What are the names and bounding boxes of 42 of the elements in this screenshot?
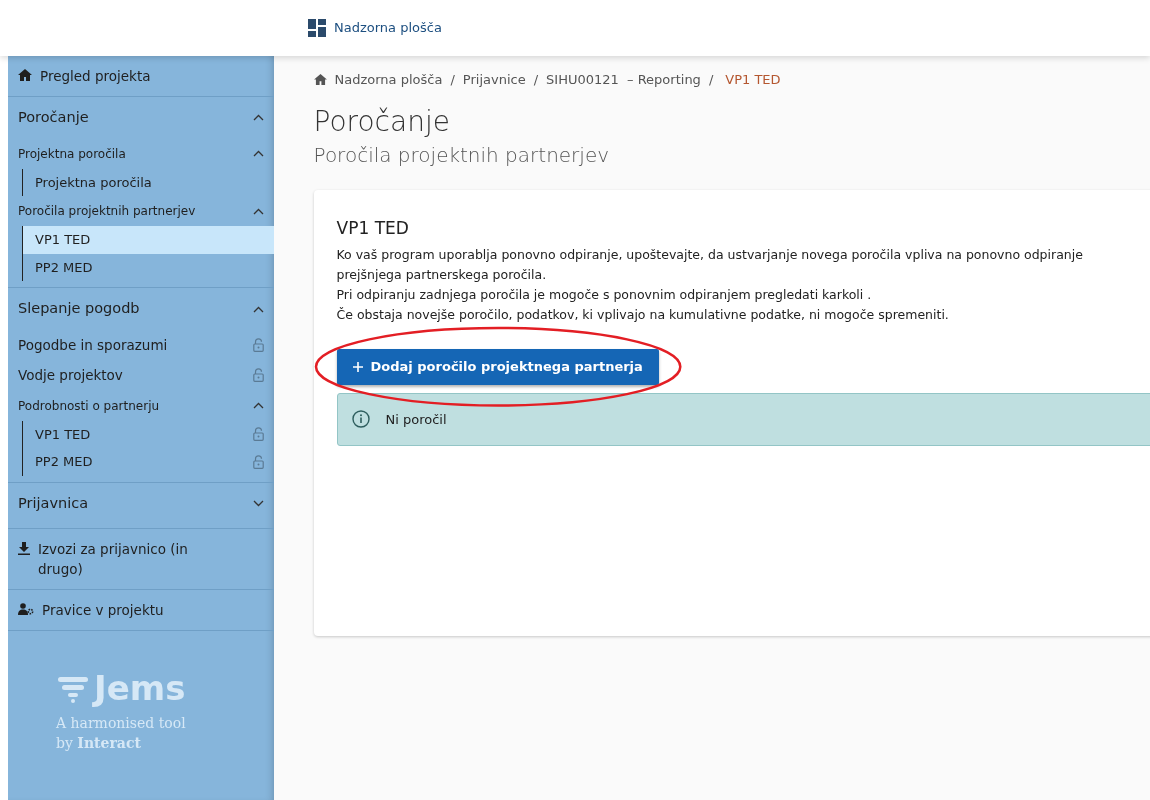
sidebar-item[interactable]: Vodje projektov xyxy=(8,360,274,391)
logo-byline: by Interact xyxy=(56,734,142,754)
info-text: Pri odpiranju zadnjega poročila je mogoče s ponovnim odpiranjem pregledati karkoli . xyxy=(336,286,873,304)
home-icon xyxy=(313,74,327,86)
sidebar-section-header[interactable]: Prijavnica xyxy=(8,482,274,525)
sidebar-link[interactable]: Izvozi za prijavnico (in drugo) xyxy=(38,539,224,580)
breadcrumb-item: VP1 TED xyxy=(725,71,781,89)
breadcrumb-item[interactable]: SIHU00121 – Reporting xyxy=(546,70,701,90)
dashboard-icon xyxy=(308,19,326,37)
sidebar-group-header[interactable]: Poročila projektnih partnerjev xyxy=(8,196,274,227)
sidebar-subitem[interactable]: VP1 TED xyxy=(23,226,274,254)
page-subtitle: Poročila projektnih partnerjev xyxy=(313,141,611,169)
download-icon xyxy=(18,542,30,556)
sidebar-item[interactable]: Pogodbe in sporazumi xyxy=(8,330,274,361)
sidebar-subitem[interactable]: PP2 MED xyxy=(23,253,274,282)
breadcrumb-separator: / xyxy=(708,71,714,89)
sidebar-section-header[interactable]: Poročanje xyxy=(8,97,274,139)
logo-wordmark: Jems xyxy=(94,671,186,706)
breadcrumb-separator: / xyxy=(533,71,539,89)
breadcrumb-separator: / xyxy=(450,71,455,89)
card-title: VP1 TED xyxy=(336,216,410,240)
breadcrumb-item[interactable]: Prijavnice xyxy=(462,70,526,90)
info-text: Ko vaš program uporablja ponovno odpiranje, upoštevajte, da ustvarjanje novega poročila vpliva na ponovno odpiranje prejšnjega partnerskega poročila. xyxy=(336,246,1084,284)
page-title: Poročanje xyxy=(313,103,451,140)
sidebar-group-header[interactable]: Projektna poročila xyxy=(8,138,274,169)
sidebar-section-header[interactable]: Slepanje pogodb xyxy=(8,288,274,330)
sidebar-link[interactable]: Pravice v projektu xyxy=(42,600,164,621)
sidebar-subitem[interactable]: PP2 MED xyxy=(23,448,274,476)
logo-tagline: A harmonised tool xyxy=(56,714,187,734)
info-icon xyxy=(351,410,370,429)
user-gear-icon xyxy=(18,603,34,616)
alert-text: Ni poročil xyxy=(385,410,447,429)
plus-icon xyxy=(352,361,363,372)
sidebar-link[interactable]: Pregled projekta xyxy=(40,66,151,86)
home-icon xyxy=(18,69,32,81)
info-text: Če obstaja novejše poročilo, podatkov, ki vplivajo na kumulativne podatke, ni mogoče spremeniti. xyxy=(336,306,950,324)
breadcrumb-item[interactable]: Nadzorna plošča xyxy=(334,70,443,90)
add-report-button[interactable]: Dodaj poročilo projektnega partnerja xyxy=(336,349,659,385)
header-title[interactable]: Nadzorna plošča xyxy=(334,18,442,38)
sidebar-group-header[interactable]: Podrobnosti o partnerju xyxy=(8,390,274,421)
sidebar-subitem[interactable]: Projektna poročila xyxy=(23,168,274,197)
sidebar-subitem[interactable]: VP1 TED xyxy=(23,420,274,448)
